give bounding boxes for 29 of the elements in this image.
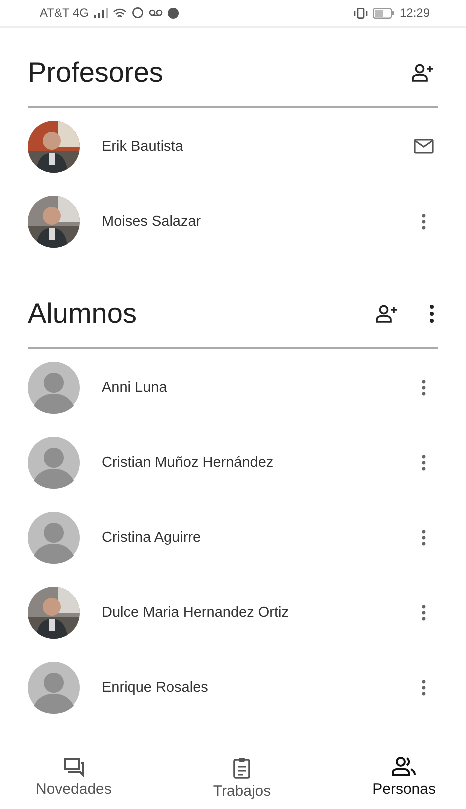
section-title: Profesores xyxy=(28,57,164,89)
avatar-icon xyxy=(28,512,80,564)
person-name[interactable]: Erik Bautista xyxy=(102,138,414,154)
battery-icon xyxy=(372,8,395,18)
nav-tab[interactable]: Personas xyxy=(372,751,436,809)
clipboard-icon xyxy=(233,757,252,779)
person-name[interactable]: Moises Salazar xyxy=(102,214,422,230)
voicemail-icon xyxy=(148,9,163,17)
add-person-icon[interactable] xyxy=(412,64,434,82)
avatar-icon xyxy=(28,436,80,488)
vibrate-icon xyxy=(354,8,368,18)
nav-tab[interactable]: Novedades xyxy=(36,751,112,809)
person-name[interactable]: Enrique Rosales xyxy=(102,680,422,696)
person-name[interactable]: Anni Luna xyxy=(102,380,422,396)
person-name[interactable]: Dulce Maria Hernandez Ortiz xyxy=(102,604,422,620)
carrier-text: AT&T 4G xyxy=(40,6,89,20)
avatar-icon xyxy=(28,362,80,414)
wifi-icon xyxy=(112,8,127,18)
nav-tab[interactable]: Trabajos xyxy=(213,751,272,809)
people-icon xyxy=(392,757,416,777)
more-icon[interactable] xyxy=(430,305,434,323)
person-name[interactable]: Cristina Aguirre xyxy=(102,530,422,546)
email-icon[interactable] xyxy=(414,139,434,154)
add-person-icon[interactable] xyxy=(376,305,398,323)
person-name[interactable]: Cristian Muñoz Hernández xyxy=(102,454,422,470)
section-title: Alumnos xyxy=(28,298,137,330)
signal-icon xyxy=(94,8,108,18)
clock-text: 12:29 xyxy=(400,6,430,20)
avatar-icon xyxy=(28,662,80,714)
